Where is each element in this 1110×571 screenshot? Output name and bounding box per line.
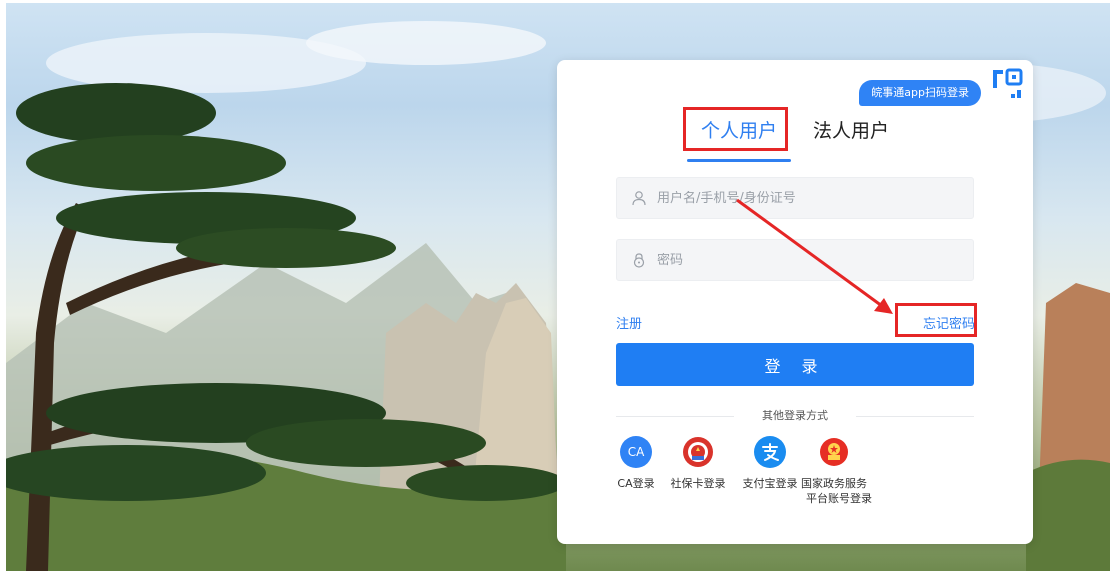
login-button[interactable]: 登 录 xyxy=(616,343,974,386)
national-emblem-icon xyxy=(818,436,850,468)
highlight-box-forgot-password xyxy=(895,303,977,337)
highlight-box-personal-tab xyxy=(683,107,788,151)
username-input[interactable] xyxy=(657,190,957,206)
tab-legal-user[interactable]: 法人用户 xyxy=(809,116,893,156)
social-security-login-option[interactable]: 社保卡登录 xyxy=(670,436,726,491)
national-gov-login-label-line1: 国家政务服务 xyxy=(801,477,867,490)
alipay-icon xyxy=(754,436,786,468)
qr-login-badge[interactable]: 皖事通app扫码登录 xyxy=(859,80,981,106)
ca-icon: CA xyxy=(620,436,652,468)
national-gov-login-label: 国家政务服务 平台账号登录 xyxy=(794,476,874,506)
social-security-icon xyxy=(682,436,714,468)
lock-icon xyxy=(633,253,645,268)
other-login-options: CA CA登录 社保卡登录 支付宝登录 国家政务服务 平台账号登录 xyxy=(616,436,916,516)
user-type-tabs: 个人用户 法人用户 xyxy=(557,116,1033,162)
other-login-title: 其他登录方式 xyxy=(762,409,828,422)
other-login-divider: 其他登录方式 xyxy=(616,408,974,424)
social-security-login-label: 社保卡登录 xyxy=(670,477,726,490)
password-input[interactable] xyxy=(657,252,957,268)
alipay-login-option[interactable]: 支付宝登录 xyxy=(738,436,802,491)
qr-code-icon[interactable] xyxy=(989,66,1025,102)
login-card: 皖事通app扫码登录 个人用户 法人用户 注册 忘记密码 登 录 其他登录方式 xyxy=(557,60,1033,544)
user-icon xyxy=(632,191,646,206)
national-gov-login-option[interactable]: 国家政务服务 平台账号登录 xyxy=(794,436,874,506)
ca-login-label: CA登录 xyxy=(617,477,655,490)
national-gov-login-label-line2: 平台账号登录 xyxy=(806,492,872,505)
ca-login-option[interactable]: CA CA登录 xyxy=(616,436,656,491)
password-field xyxy=(616,239,974,281)
alipay-login-label: 支付宝登录 xyxy=(742,477,798,490)
register-link[interactable]: 注册 xyxy=(616,313,642,332)
username-field xyxy=(616,177,974,219)
